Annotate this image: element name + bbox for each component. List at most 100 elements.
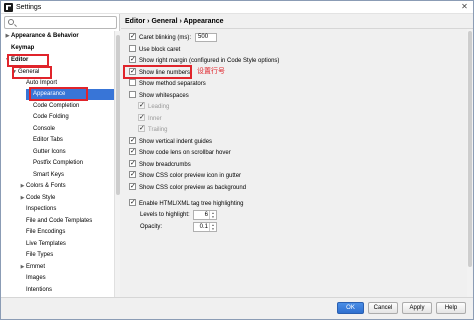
annotation-label: 设置行号 [197, 67, 225, 75]
html-tag-tree-checkbox[interactable] [129, 197, 136, 207]
expand-arrow-icon[interactable]: ▶ [19, 193, 26, 204]
title-bar: Settings ✕ [1, 1, 473, 14]
trailing-label: Trailing [148, 127, 168, 133]
tree-item-smart-keys[interactable]: Smart Keys [33, 170, 114, 181]
indent-guides-checkbox[interactable] [129, 135, 136, 145]
tree-item-inspections[interactable]: Inspections [26, 204, 114, 215]
tree-item-code-folding[interactable]: Code Folding [33, 112, 114, 123]
whitespaces-option[interactable]: Show whitespaces [129, 91, 189, 101]
code-lens-option[interactable]: Show code lens on scrollbar hover [129, 146, 231, 158]
tree-item-label: Code Style [26, 195, 56, 201]
tree-item-colors-fonts[interactable]: ▶ Colors & Fonts [19, 181, 114, 192]
right-margin-checkbox[interactable] [129, 54, 136, 64]
method-separators-option[interactable]: Show method separators [129, 79, 206, 89]
ok-button[interactable]: OK [337, 302, 364, 314]
leading-option: Leading [138, 100, 170, 112]
levels-label: Levels to highlight: [140, 212, 190, 218]
whitespaces-checkbox[interactable] [129, 91, 136, 98]
search-icon [8, 19, 14, 25]
levels-value[interactable]: 6 [205, 212, 208, 218]
tree-item-live-templates[interactable]: Live Templates [26, 239, 114, 250]
appearance-settings-panel: Editor › General › Appearance Caret blin… [121, 14, 473, 297]
tree-item-label: Appearance & Behavior [11, 33, 79, 39]
settings-scrollbar[interactable] [467, 29, 473, 297]
divider [121, 28, 473, 29]
tree-item-label: Keymap [11, 45, 35, 51]
tree-item-images[interactable]: Images [26, 273, 114, 284]
app-icon [4, 3, 13, 12]
whitespaces-label: Show whitespaces [139, 93, 189, 99]
indent-guides-option[interactable]: Show vertical indent guides [129, 135, 213, 147]
tree-item-label: Images [26, 275, 46, 281]
tree-scrollbar[interactable] [114, 31, 120, 297]
opacity-spinner[interactable]: 0.1 ▲ ▼ [193, 222, 217, 232]
tree-item-appearance-behavior[interactable]: ▶ Appearance & Behavior [4, 31, 114, 42]
inner-label: Inner [148, 116, 162, 122]
help-button[interactable]: Help [436, 302, 466, 314]
tree-item-file-encodings[interactable]: File Encodings [26, 227, 114, 238]
tree-item-label: Intentions [26, 287, 53, 293]
settings-scrollbar-thumb[interactable] [468, 31, 472, 267]
leading-checkbox [138, 100, 145, 110]
expand-arrow-icon[interactable]: ▶ [4, 31, 11, 42]
tree-item-label: Code Completion [33, 103, 80, 109]
method-separators-checkbox[interactable] [129, 79, 136, 86]
caret-blinking-checkbox[interactable] [129, 31, 136, 41]
annotation-box-appearance [29, 87, 88, 101]
css-gutter-checkbox[interactable] [129, 169, 136, 179]
tree-item-editor-tabs[interactable]: Editor Tabs [33, 135, 114, 146]
css-background-label: Show CSS color preview as background [139, 185, 247, 191]
tree-item-file-code-templates[interactable]: File and Code Templates [26, 216, 114, 227]
css-background-checkbox[interactable] [129, 181, 136, 191]
css-gutter-label: Show CSS color preview icon in gutter [139, 173, 242, 179]
caret-blinking-option[interactable]: Caret blinking (ms):500 [129, 31, 218, 43]
expand-arrow-icon[interactable]: ▶ [19, 181, 26, 192]
apply-button[interactable]: Apply [402, 302, 432, 314]
tree-item-label: Postfix Completion [33, 160, 84, 166]
tree-item-emmet[interactable]: ▶ Emmet [19, 262, 114, 273]
css-background-option[interactable]: Show CSS color preview as background [129, 181, 247, 193]
indent-guides-label: Show vertical indent guides [139, 139, 213, 145]
breadcrumbs-option[interactable]: Show breadcrumbs [129, 158, 191, 170]
expand-arrow-icon[interactable]: ▶ [19, 262, 26, 273]
search-input[interactable] [17, 18, 112, 28]
breadcrumb: Editor › General › Appearance [125, 18, 224, 25]
block-caret-option[interactable]: Use block caret [129, 45, 180, 55]
spinner-arrows-icon[interactable]: ▲ ▼ [209, 211, 216, 219]
method-separators-label: Show method separators [139, 81, 206, 87]
html-tag-tree-option[interactable]: Enable HTML/XML tag tree highlighting [129, 197, 244, 209]
tree-item-label: Smart Keys [33, 172, 65, 178]
leading-label: Leading [148, 104, 170, 110]
settings-window: Settings ✕ ▶ Appearance & Behavior Keymap… [0, 0, 474, 320]
tree-item-label: File and Code Templates [26, 218, 93, 224]
css-gutter-option[interactable]: Show CSS color preview icon in gutter [129, 169, 242, 181]
caret-blinking-label: Caret blinking (ms): [139, 35, 192, 42]
cancel-button[interactable]: Cancel [368, 302, 398, 314]
caret-blinking-input[interactable]: 500 [195, 33, 218, 42]
tree-item-intentions[interactable]: Intentions [26, 285, 114, 296]
close-icon[interactable]: ✕ [458, 2, 471, 12]
tree-item-code-completion[interactable]: Code Completion [33, 101, 114, 112]
window-title: Settings [16, 4, 42, 11]
right-margin-label: Show right margin (configured in Code St… [139, 58, 280, 64]
code-lens-checkbox[interactable] [129, 146, 136, 156]
tree-item-console[interactable]: Console [33, 124, 114, 135]
tree-item-code-style[interactable]: ▶ Code Style [19, 193, 114, 204]
tree-item-label: Live Templates [26, 241, 66, 247]
tree-item-label: Auto Import [26, 80, 58, 86]
tree-item-postfix-completion[interactable]: Postfix Completion [33, 158, 114, 169]
tree-item-label: File Types [26, 252, 54, 258]
tree-item-label: Code Folding [33, 114, 69, 120]
tree-item-file-types[interactable]: File Types [26, 250, 114, 261]
block-caret-checkbox[interactable] [129, 45, 136, 52]
levels-spinner[interactable]: 6 ▲ ▼ [193, 210, 217, 220]
spinner-arrows-icon[interactable]: ▲ ▼ [209, 223, 216, 231]
breadcrumbs-checkbox[interactable] [129, 158, 136, 168]
opacity-value[interactable]: 0.1 [200, 224, 208, 230]
tree-item-gutter-icons[interactable]: Gutter Icons [33, 147, 114, 158]
tree-item-keymap[interactable]: Keymap [4, 43, 114, 54]
tree-item-label: Console [33, 126, 56, 132]
tree-scrollbar-thumb[interactable] [116, 35, 120, 195]
search-box[interactable] [4, 16, 117, 29]
trailing-checkbox [138, 123, 145, 133]
